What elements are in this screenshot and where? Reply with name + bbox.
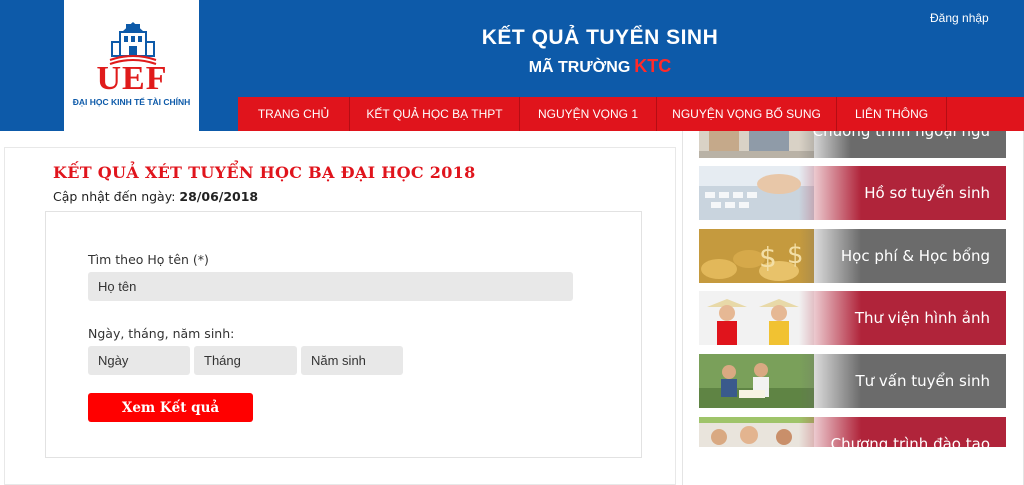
students-photo-icon bbox=[699, 131, 814, 158]
sidebar-banner-ngoai-ngu[interactable]: Chương trình ngoại ngữ bbox=[699, 131, 1006, 158]
updated-date: 28/06/2018 bbox=[179, 189, 259, 204]
nav-item-home[interactable]: TRANG CHỦ bbox=[238, 97, 350, 131]
banner-label: Chương trình ngoại ngữ bbox=[813, 131, 990, 144]
banner-label: Hồ sơ tuyển sinh bbox=[864, 184, 990, 202]
sidebar-banner-hoc-phi[interactable]: $ $ Học phí & Học bổng bbox=[699, 229, 1006, 283]
nav-item-nguyen-vong-bo-sung[interactable]: NGUYỆN VỌNG BỔ SUNG bbox=[657, 97, 837, 131]
updated-label: Cập nhật đến ngày: bbox=[53, 189, 176, 204]
logo[interactable]: UEF ĐẠI HỌC KINH TẾ TÀI CHÍNH bbox=[64, 0, 199, 131]
banner-label: Thư viện hình ảnh bbox=[854, 309, 990, 327]
name-field-label: Tìm theo Họ tên (*) bbox=[88, 252, 209, 267]
main-nav: TRANG CHỦ KẾT QUẢ HỌC BẠ THPT NGUYỆN VỌN… bbox=[238, 97, 1024, 131]
sidebar-banner-thu-vien[interactable]: Thư viện hình ảnh bbox=[699, 291, 1006, 345]
sidebar-banner-ho-so[interactable]: Hồ sơ tuyển sinh bbox=[699, 166, 1006, 220]
nav-item-nguyen-vong-1[interactable]: NGUYỆN VỌNG 1 bbox=[520, 97, 657, 131]
students-smiling-photo-icon bbox=[699, 417, 814, 447]
banner-label: Chương trình đào tạo bbox=[830, 435, 990, 447]
svg-text:$: $ bbox=[759, 241, 777, 274]
study-group-photo-icon bbox=[699, 354, 814, 408]
nav-item-hoc-ba-results[interactable]: KẾT QUẢ HỌC BẠ THPT bbox=[350, 97, 520, 131]
day-input[interactable]: Ngày bbox=[88, 346, 190, 375]
site-title: KẾT QUẢ TUYỂN SINH bbox=[481, 26, 719, 49]
month-input[interactable]: Tháng bbox=[194, 346, 297, 375]
school-code: KTC bbox=[634, 56, 672, 76]
subtitle-prefix: MÃ TRƯỜNG bbox=[528, 59, 631, 76]
sidebar-banner-dao-tao[interactable]: Chương trình đào tạo bbox=[699, 417, 1006, 447]
dob-label: Ngày, tháng, năm sinh: bbox=[88, 326, 235, 341]
graduates-photo-icon bbox=[699, 291, 814, 345]
view-results-button[interactable]: Xem Kết quả bbox=[88, 393, 253, 422]
keyboard-photo-icon bbox=[699, 166, 814, 220]
name-input[interactable]: Họ tên bbox=[88, 272, 573, 301]
updated-info: Cập nhật đến ngày: 28/06/2018 bbox=[53, 189, 258, 204]
banner-label: Học phí & Học bổng bbox=[840, 247, 990, 265]
logo-subtitle: ĐẠI HỌC KINH TẾ TÀI CHÍNH bbox=[72, 97, 191, 107]
login-link[interactable]: Đăng nhập bbox=[930, 11, 989, 25]
page-title: KẾT QUẢ XÉT TUYỂN HỌC BẠ ĐẠI HỌC 2018 bbox=[53, 163, 476, 182]
year-input[interactable]: Năm sinh bbox=[301, 346, 403, 375]
site-subtitle: MÃ TRƯỜNG KTC bbox=[400, 56, 800, 77]
nav-item-lien-thong[interactable]: LIÊN THÔNG bbox=[837, 97, 947, 131]
coins-photo-icon: $ $ bbox=[699, 229, 814, 283]
sidebar-banner-tu-van[interactable]: Tư vấn tuyển sinh bbox=[699, 354, 1006, 408]
banner-label: Tư vấn tuyển sinh bbox=[855, 372, 990, 390]
logo-text: UEF bbox=[96, 60, 168, 97]
